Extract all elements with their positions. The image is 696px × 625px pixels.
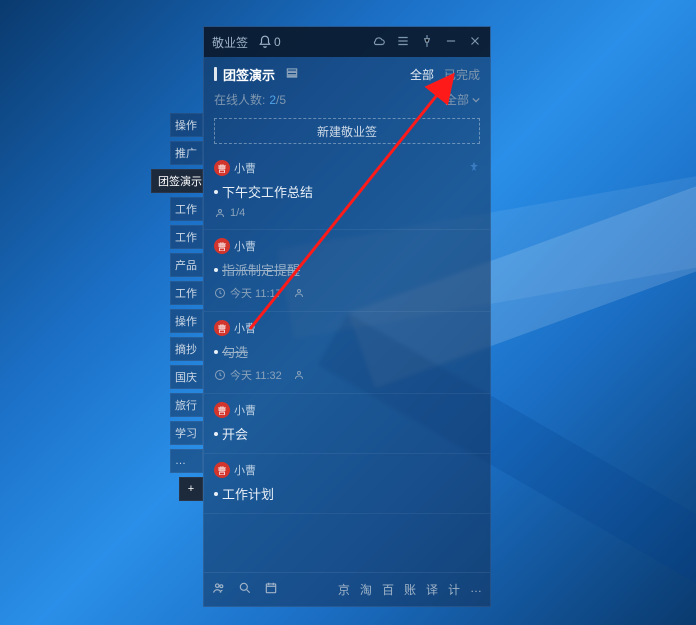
footer: 京淘百账译计 …	[204, 572, 490, 606]
side-tab[interactable]: …	[170, 449, 203, 473]
avatar: 曹	[214, 238, 230, 254]
notifications[interactable]: 0	[258, 35, 281, 49]
search-icon[interactable]	[238, 581, 252, 598]
note-content: 工作计划	[214, 484, 480, 503]
note-content: 下午交工作总结	[214, 182, 480, 201]
note-author: 曹小曹	[214, 320, 480, 336]
group-title: 团签演示	[223, 65, 275, 84]
side-tab[interactable]: 旅行	[170, 393, 203, 417]
online-label: 在线人数:	[214, 91, 265, 108]
side-tabs: 操作推广团签演示工作工作产品工作操作摘抄国庆旅行学习…+	[170, 113, 203, 501]
side-tab[interactable]: 操作	[170, 113, 203, 137]
note-content: 勾选	[214, 342, 480, 361]
note-author: 曹小曹	[214, 238, 480, 254]
new-note-button[interactable]: 新建敬业签	[214, 118, 480, 144]
note-author: 曹小曹	[214, 160, 480, 176]
app-name: 敬业签	[212, 34, 248, 51]
bell-icon	[258, 35, 272, 49]
online-row: 在线人数: 2 / 5 全部	[204, 91, 490, 114]
filter-all[interactable]: 全部	[410, 66, 434, 83]
pin-icon[interactable]	[420, 34, 434, 51]
note-meta: 1/4	[214, 207, 480, 219]
notes-list: 曹小曹下午交工作总结1/4曹小曹指派制定提醒今天 11:17 曹小曹勾选今天 1…	[204, 152, 490, 572]
avatar: 曹	[214, 320, 230, 336]
side-tab[interactable]: 摘抄	[170, 337, 203, 361]
note-author: 曹小曹	[214, 402, 480, 418]
cloud-icon[interactable]	[372, 34, 386, 51]
avatar: 曹	[214, 402, 230, 418]
note-item[interactable]: 曹小曹工作计划	[204, 454, 490, 514]
footer-link[interactable]: …	[470, 581, 482, 598]
header: 团签演示 全部 已完成	[204, 57, 490, 91]
side-tab[interactable]: 工作	[170, 197, 203, 221]
header-accent	[214, 67, 217, 81]
note-item[interactable]: 曹小曹下午交工作总结 1/4	[204, 152, 490, 230]
avatar: 曹	[214, 160, 230, 176]
pin-icon[interactable]	[468, 161, 480, 176]
add-tab-button[interactable]: +	[179, 477, 203, 501]
bell-count: 0	[274, 35, 281, 49]
footer-links: 京淘百账译计 …	[338, 581, 482, 598]
note-author: 曹小曹	[214, 462, 480, 478]
filter-done[interactable]: 已完成	[444, 66, 480, 83]
side-tab[interactable]: 国庆	[170, 365, 203, 389]
minimize-icon[interactable]	[444, 34, 458, 51]
footer-link[interactable]: 账	[404, 581, 416, 598]
online-filter[interactable]: 全部	[445, 91, 480, 108]
note-item[interactable]: 曹小曹勾选今天 11:32	[204, 312, 490, 394]
note-item[interactable]: 曹小曹指派制定提醒今天 11:17	[204, 230, 490, 312]
menu-icon[interactable]	[396, 34, 410, 51]
chevron-down-icon	[472, 96, 480, 104]
titlebar: 敬业签 0	[204, 27, 490, 57]
note-content: 指派制定提醒	[214, 260, 480, 279]
avatar: 曹	[214, 462, 230, 478]
footer-link[interactable]: 译	[426, 581, 438, 598]
side-tab[interactable]: 学习	[170, 421, 203, 445]
side-tab[interactable]: 推广	[170, 141, 203, 165]
footer-link[interactable]: 百	[382, 581, 394, 598]
filter-tabs: 全部 已完成	[410, 66, 480, 83]
side-tab[interactable]: 团签演示	[151, 169, 203, 193]
side-tab[interactable]: 工作	[170, 281, 203, 305]
footer-link[interactable]: 淘	[360, 581, 372, 598]
note-content: 开会	[214, 424, 480, 443]
list-view-icon[interactable]	[285, 66, 299, 83]
side-tab[interactable]: 操作	[170, 309, 203, 333]
online-current: 2	[269, 93, 276, 107]
close-icon[interactable]	[468, 34, 482, 51]
side-tab[interactable]: 工作	[170, 225, 203, 249]
online-total: 5	[279, 93, 286, 107]
note-item[interactable]: 曹小曹开会	[204, 394, 490, 454]
note-meta: 今天 11:32	[214, 367, 480, 383]
footer-link[interactable]: 京	[338, 581, 350, 598]
calendar-icon[interactable]	[264, 581, 278, 598]
note-meta: 今天 11:17	[214, 285, 480, 301]
app-window: 敬业签 0 团签演示	[203, 26, 491, 607]
contacts-icon[interactable]	[212, 581, 226, 598]
footer-link[interactable]: 计	[448, 581, 460, 598]
side-tab[interactable]: 产品	[170, 253, 203, 277]
